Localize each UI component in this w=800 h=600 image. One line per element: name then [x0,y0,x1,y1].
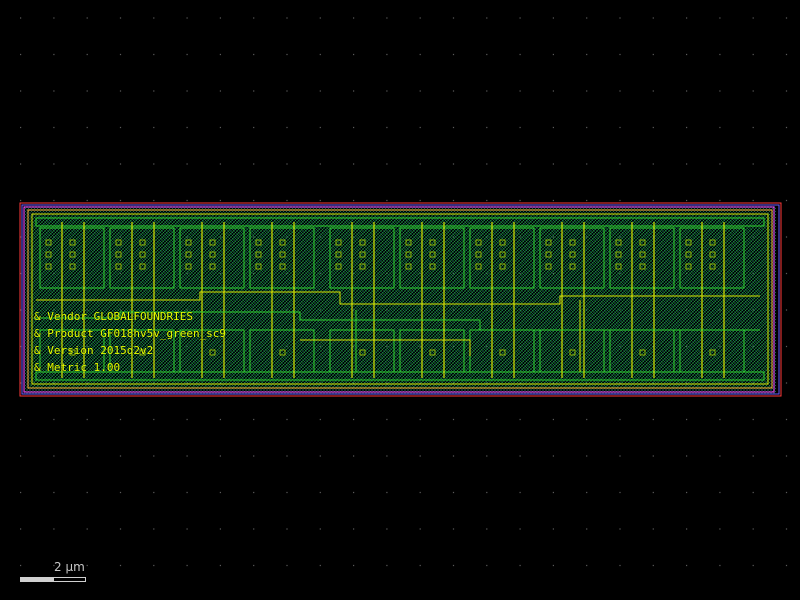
scale-bar [20,577,86,582]
scale-bar-label: 2 μm [54,560,85,574]
metric-label: & Metric 1.00 [34,361,121,374]
cell-text-labels: & Vendor GLOBALFOUNDRIES & Product GF018… [34,308,226,376]
layout-canvas [19,17,788,567]
version-label: & Version 2015q2v2 [34,344,154,357]
vendor-label: & Vendor GLOBALFOUNDRIES [34,310,193,323]
product-label: & Product GF018hv5v_green_sc9 [34,327,227,340]
